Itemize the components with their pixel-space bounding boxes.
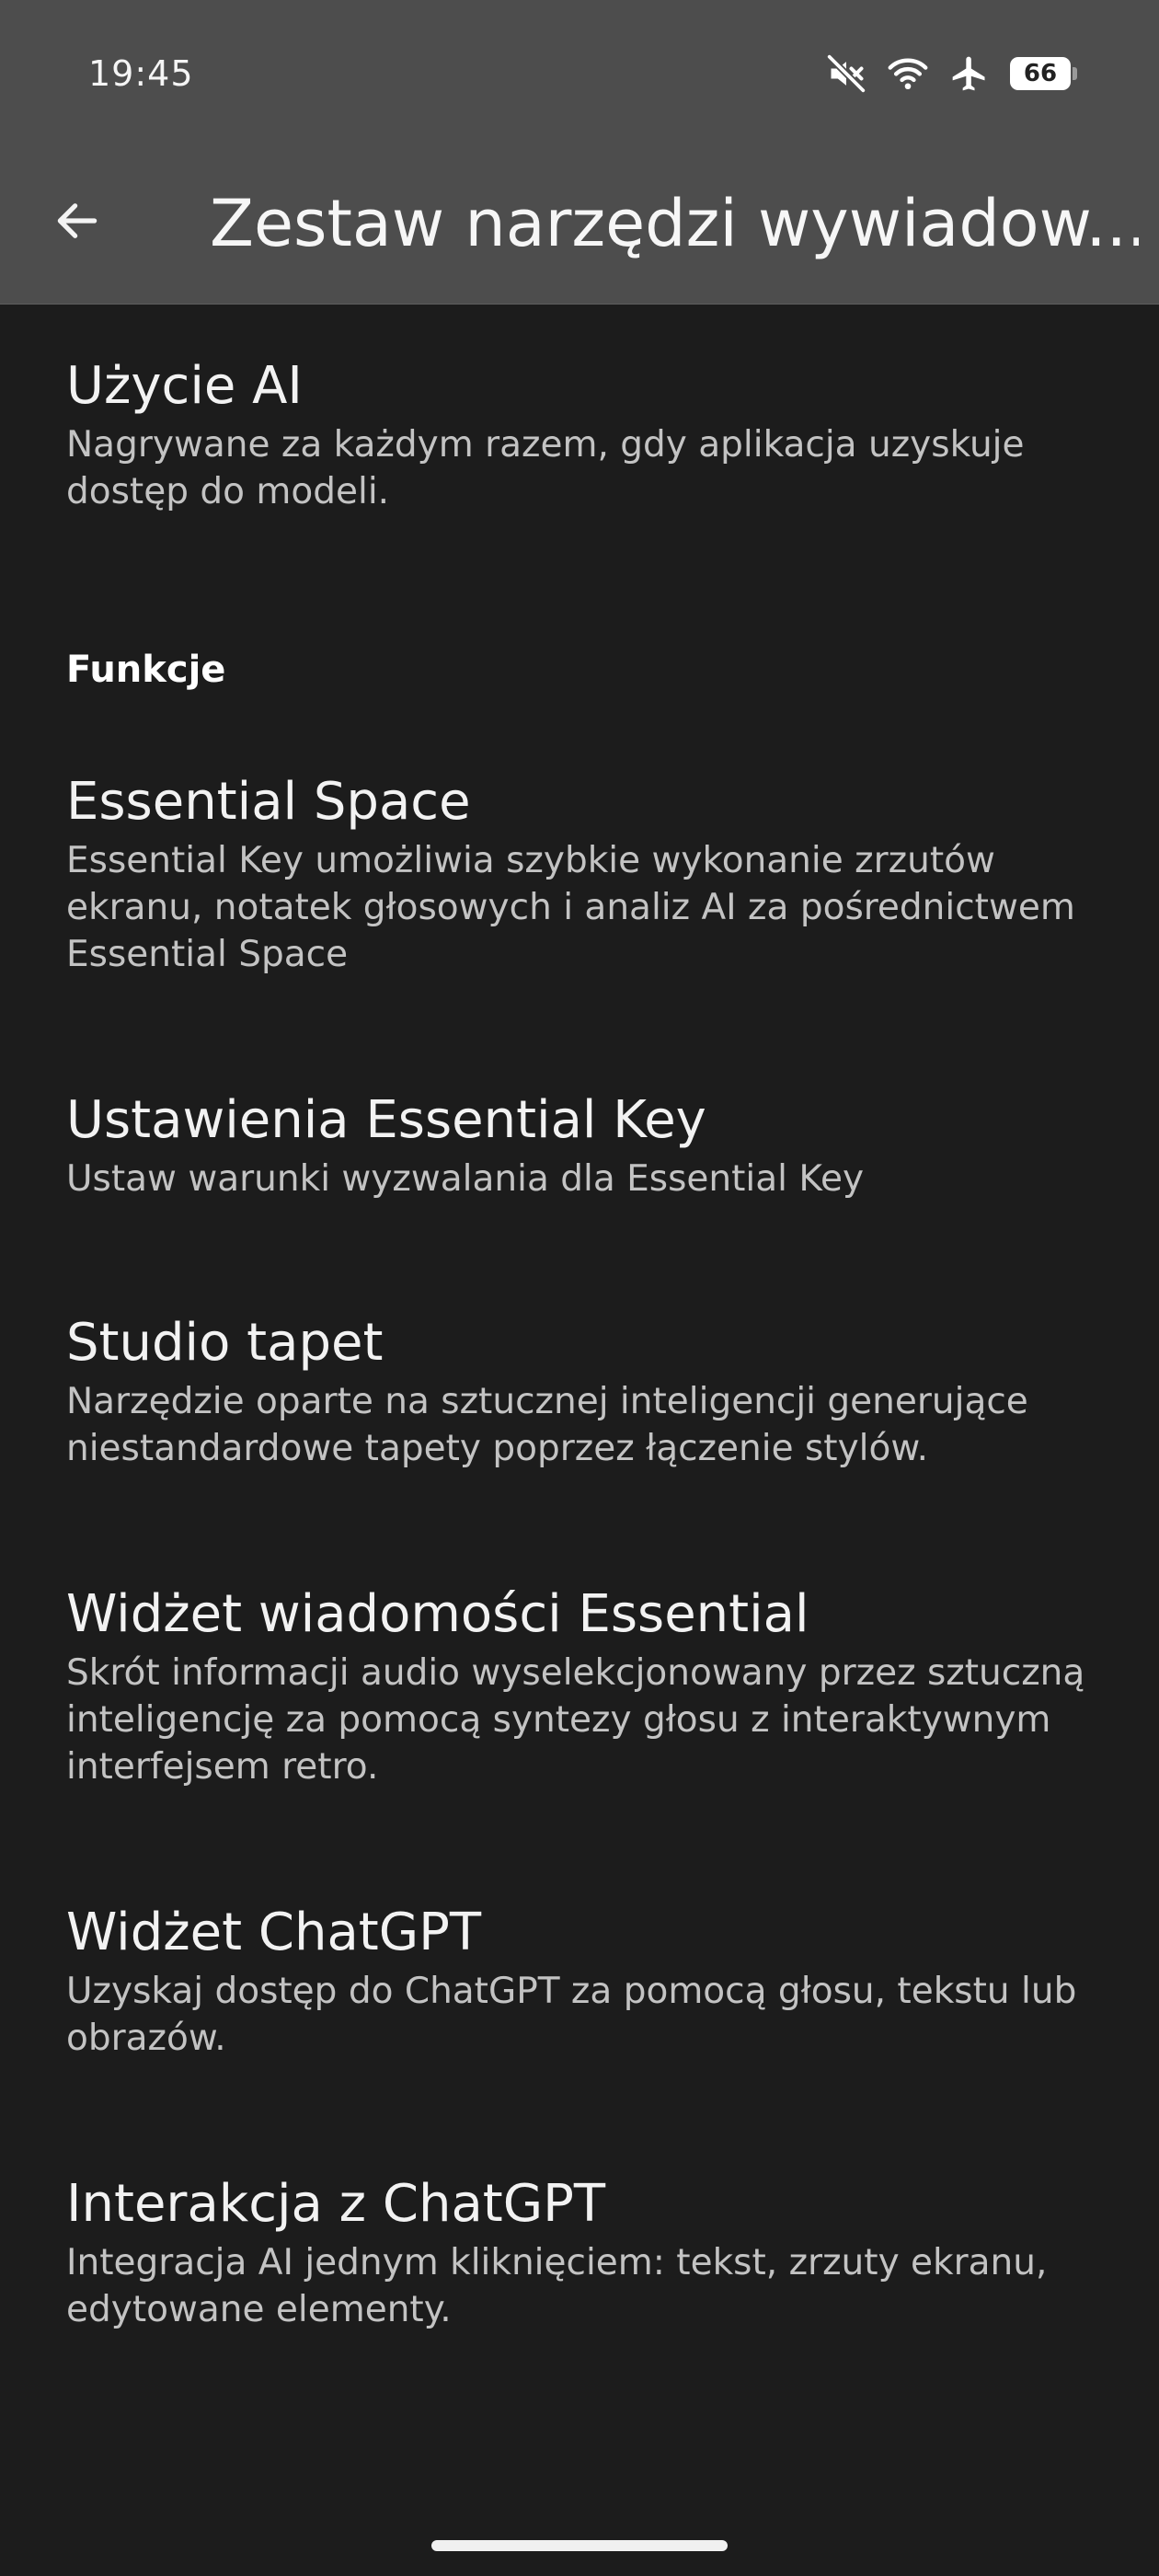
pref-essential-news-widget[interactable]: Widżet wiadomości Essential Skrót inform… [0,1583,1159,1788]
settings-screen: 19:45 66 Zestaw narzędzi wywiadow... Uży… [0,0,1159,2576]
pref-summary: Essential Key umożliwia szybkie wykonani… [66,840,1075,975]
pref-summary: Uzyskaj dostęp do ChatGPT za pomocą głos… [66,1971,1077,2059]
wifi-icon [887,53,929,94]
status-icons: 66 [826,52,1077,96]
pref-title: Użycie AI [66,356,303,416]
pref-summary: Skrót informacji audio wyselekcjonowany … [66,1652,1085,1788]
battery-level: 66 [1023,60,1058,87]
pref-wallpaper-studio[interactable]: Studio tapet Narzędzie oparte na sztuczn… [0,1312,1159,1469]
section-header-features: Funkcje [66,649,226,691]
arrow-left-icon [57,203,98,238]
status-time: 19:45 [88,53,194,94]
top-app-bar: 19:45 66 Zestaw narzędzi wywiadow... [0,0,1159,305]
pref-title: Essential Space [66,772,471,832]
battery-icon: 66 [1010,57,1077,90]
gesture-nav-handle[interactable] [431,2540,728,2551]
pref-title: Interakcja z ChatGPT [66,2174,606,2234]
pref-essential-space[interactable]: Essential Space Essential Key umożliwia … [0,771,1159,975]
back-button[interactable] [40,184,114,258]
pref-title: Widżet ChatGPT [66,1903,482,1962]
pref-ai-usage[interactable]: Użycie AI Nagrywane za każdym razem, gdy… [0,355,1159,512]
pref-title: Widżet wiadomości Essential [66,1584,809,1644]
pref-chatgpt-interaction[interactable]: Interakcja z ChatGPT Integracja AI jedny… [0,2173,1159,2330]
pref-title: Ustawienia Essential Key [66,1090,706,1150]
battery-tip [1073,67,1077,80]
pref-summary: Narzędzie oparte na sztucznej inteligenc… [66,1381,1028,1469]
airplane-icon [949,53,990,94]
pref-summary: Nagrywane za każdym razem, gdy aplikacja… [66,424,1025,512]
pref-summary: Integracja AI jednym kliknięciem: tekst,… [66,2242,1048,2330]
pref-title: Studio tapet [66,1313,384,1373]
pref-essential-key-settings[interactable]: Ustawienia Essential Key Ustaw warunki w… [0,1089,1159,1209]
mute-icon [826,53,866,94]
pref-summary: Ustaw warunki wyzwalania dla Essential K… [66,1158,865,1200]
page-title: Zestaw narzędzi wywiadow... [210,186,1139,261]
pref-chatgpt-widget[interactable]: Widżet ChatGPT Uzyskaj dostęp do ChatGPT… [0,1902,1159,2059]
